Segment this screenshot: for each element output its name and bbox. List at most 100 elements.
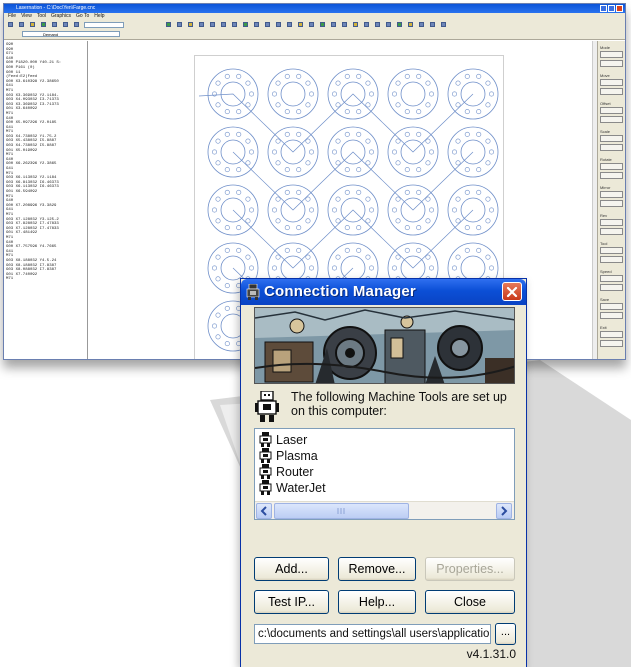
list-item-router[interactable]: Router (259, 464, 314, 479)
properties-button[interactable]: Properties... (425, 557, 515, 581)
cad-maximize-button[interactable] (608, 5, 615, 12)
toolbar-icon[interactable] (41, 22, 46, 27)
toolbar-icon[interactable] (375, 22, 380, 27)
toolbar-icon[interactable] (353, 22, 358, 27)
cad-toolbar-dropdown[interactable] (84, 22, 124, 28)
toolbar-icon[interactable] (8, 22, 13, 27)
list-item-plasma[interactable]: Plasma (259, 448, 318, 463)
data-path-field[interactable]: c:\documents and settings\all users\appl… (254, 624, 491, 644)
list-item-waterjet[interactable]: WaterJet (259, 480, 326, 495)
side-panel-button[interactable] (600, 312, 623, 319)
machine-icon (259, 464, 272, 479)
toolbar-icon[interactable] (298, 22, 303, 27)
toolbar-icon[interactable] (430, 22, 435, 27)
toolbar-icon[interactable] (408, 22, 413, 27)
nested-part (387, 68, 439, 120)
menu-graphics[interactable]: Graphics (51, 13, 71, 20)
browse-button[interactable]: ... (495, 623, 516, 645)
side-panel-label: Scale (600, 129, 611, 134)
side-panel-button[interactable] (600, 60, 623, 67)
list-item-laser[interactable]: Laser (259, 432, 307, 447)
toolbar-icon[interactable] (243, 22, 248, 27)
side-panel-button[interactable] (600, 144, 623, 151)
menu-goto[interactable]: Go To (76, 13, 89, 20)
cnc-program-listing[interactable]: G90 G90 G71 G40 G00 P1820.000 Y40.21 S: G00 P… (4, 41, 88, 359)
side-panel-button[interactable] (600, 191, 623, 198)
menu-file[interactable]: File (8, 13, 16, 20)
side-panel-button[interactable] (600, 51, 623, 58)
side-panel-button[interactable] (600, 200, 623, 207)
side-panel-button[interactable] (600, 331, 623, 338)
toolbar-icon[interactable] (342, 22, 347, 27)
side-panel-button[interactable] (600, 340, 623, 347)
side-panel-button[interactable] (600, 284, 623, 291)
help-button[interactable]: Help... (338, 590, 416, 614)
program-line: M71 (6, 277, 14, 282)
cad-demand-field[interactable]: Demand (22, 31, 120, 37)
side-panel-label: Offset (600, 101, 611, 106)
menu-help[interactable]: Help (94, 13, 104, 20)
toolbar-icon[interactable] (320, 22, 325, 27)
toolbar-icon[interactable] (265, 22, 270, 27)
side-panel-button[interactable] (600, 247, 623, 254)
scroll-right-button[interactable] (496, 503, 512, 519)
side-panel-button[interactable] (600, 116, 623, 123)
toolbar-icon[interactable] (74, 22, 79, 27)
list-horizontal-scrollbar[interactable] (255, 501, 514, 519)
side-panel-button[interactable] (600, 219, 623, 226)
machine-tools-list[interactable]: Laser Plasma Router WaterJet (254, 428, 515, 520)
toolbar-icon[interactable] (210, 22, 215, 27)
toolbar-icon[interactable] (166, 22, 171, 27)
cad-minimize-button[interactable] (600, 5, 607, 12)
toolbar-icon[interactable] (221, 22, 226, 27)
side-panel-button[interactable] (600, 135, 623, 142)
toolbar-icon[interactable] (331, 22, 336, 27)
toolbar-icon[interactable] (232, 22, 237, 27)
toolbar-icon[interactable] (364, 22, 369, 27)
test-ip-button[interactable]: Test IP... (254, 590, 329, 614)
toolbar-icon[interactable] (177, 22, 182, 27)
dialog-title-bar[interactable]: Connection Manager (241, 279, 526, 305)
toolbar-icon[interactable] (30, 22, 35, 27)
toolbar-icon[interactable] (52, 22, 57, 27)
dialog-close-button[interactable] (502, 282, 522, 301)
toolbar-icon[interactable] (309, 22, 314, 27)
cad-menu-bar: File View Tool Graphics Go To Help (4, 13, 625, 20)
cad-close-button[interactable] (616, 5, 623, 12)
menu-tool[interactable]: Tool (37, 13, 46, 20)
list-item-label: Plasma (276, 448, 318, 463)
toolbar-icon[interactable] (397, 22, 402, 27)
side-panel-button[interactable] (600, 303, 623, 310)
toolbar-icon[interactable] (287, 22, 292, 27)
dialog-title: Connection Manager (264, 283, 416, 300)
side-panel-button[interactable] (600, 172, 623, 179)
machine-icon (259, 432, 272, 447)
side-panel-button[interactable] (600, 163, 623, 170)
toolbar-icon[interactable] (63, 22, 68, 27)
screenshot-stage: Lasernation - C:\Doc\Yen\Farge.cnc File … (0, 0, 631, 667)
toolbar-icon[interactable] (199, 22, 204, 27)
side-panel-button[interactable] (600, 275, 623, 282)
scroll-left-button[interactable] (256, 503, 272, 519)
add-button[interactable]: Add... (254, 557, 329, 581)
side-panel-button[interactable] (600, 79, 623, 86)
toolbar-icon[interactable] (254, 22, 259, 27)
close-button[interactable]: Close (425, 590, 515, 614)
toolbar-icon[interactable] (276, 22, 281, 27)
side-panel-button[interactable] (600, 88, 623, 95)
toolbar-icon[interactable] (386, 22, 391, 27)
toolbar-icon[interactable] (441, 22, 446, 27)
side-panel-button[interactable] (600, 228, 623, 235)
toolbar-icon[interactable] (188, 22, 193, 27)
side-panel-label: Move (600, 73, 610, 78)
scroll-thumb[interactable] (274, 503, 409, 519)
toolbar-icon[interactable] (419, 22, 424, 27)
menu-view[interactable]: View (21, 13, 32, 20)
toolbar-icon[interactable] (19, 22, 24, 27)
side-panel-label: Save (600, 297, 610, 302)
side-panel-button[interactable] (600, 256, 623, 263)
side-panel-button[interactable] (600, 107, 623, 114)
remove-button[interactable]: Remove... (338, 557, 416, 581)
cad-toolbar: Demand (4, 20, 625, 40)
close-icon (506, 286, 518, 298)
